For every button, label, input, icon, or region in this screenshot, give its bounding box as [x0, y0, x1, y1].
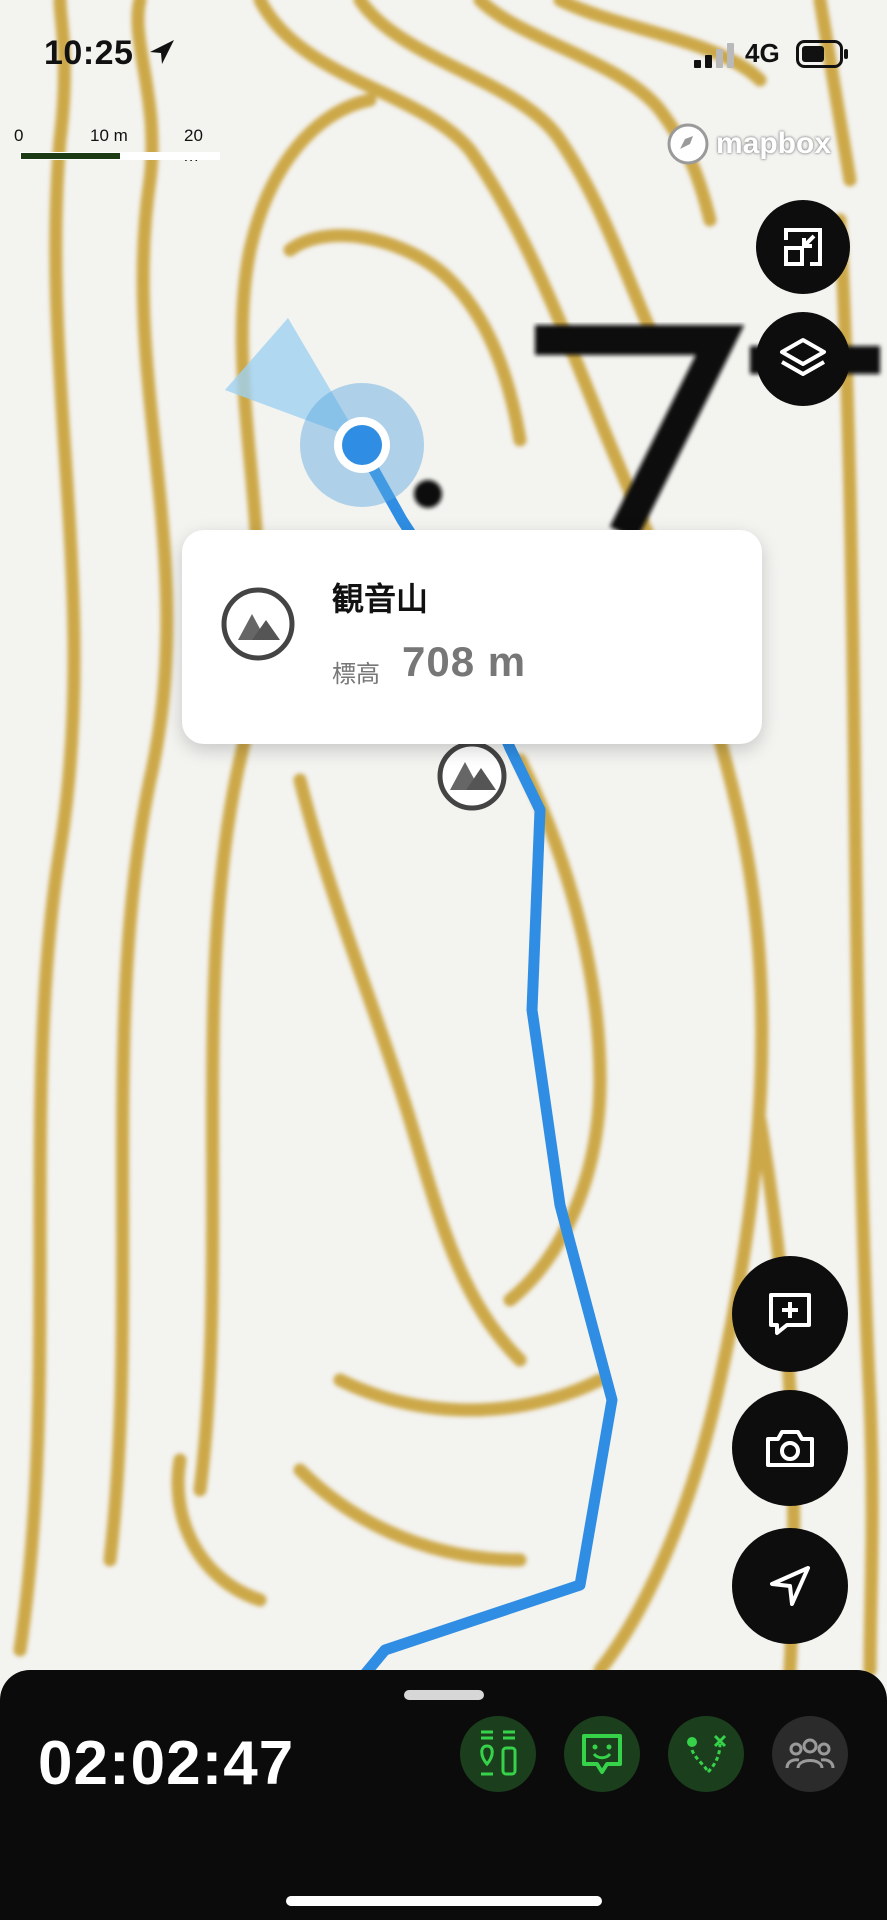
activity-panel[interactable]: 02:02:47: [0, 1670, 887, 1920]
scale-bar: [20, 152, 220, 160]
route-icon: [687, 1734, 727, 1774]
camera-button[interactable]: [732, 1390, 848, 1506]
chat-face-icon: [582, 1734, 622, 1774]
scale-label-10: 10 m: [90, 126, 128, 145]
expand-map-button[interactable]: [756, 200, 850, 294]
poi-popup[interactable]: 観音山 標高 708 m: [182, 530, 762, 744]
elapsed-time: 02:02:47: [38, 1729, 295, 1798]
network-type: 4G: [745, 38, 780, 68]
scale-label-0: 0: [14, 126, 24, 145]
layers-icon: [780, 338, 826, 376]
status-time: 10:25: [44, 34, 134, 72]
layers-button[interactable]: [756, 312, 850, 406]
scale-label-20: 20 m: [184, 126, 203, 165]
poi-marker[interactable]: [437, 741, 507, 811]
signal-strength-icon: [694, 43, 734, 68]
waypoints-icon: [480, 1730, 517, 1776]
battery-icon: [796, 40, 848, 68]
elevation-label: 標高: [332, 661, 380, 688]
home-indicator: [286, 1896, 602, 1906]
status-bar: 10:25 4G: [0, 0, 887, 110]
map-scale: 0 10 m 20 m: [14, 126, 220, 166]
elevation-value: 708 m: [402, 638, 527, 685]
camera-icon: [766, 1430, 814, 1467]
chat-button[interactable]: [564, 1716, 640, 1792]
mapbox-logo-icon: [667, 123, 709, 165]
group-icon: [785, 1738, 835, 1769]
location-arrow-icon: [150, 40, 174, 64]
locate-button[interactable]: [732, 1528, 848, 1644]
group-button[interactable]: [772, 1716, 848, 1792]
route-button[interactable]: [668, 1716, 744, 1792]
add-note-icon: [769, 1293, 811, 1335]
expand-square-icon: [784, 228, 822, 266]
poi-name: 観音山: [332, 581, 429, 617]
navigation-arrow-icon: [770, 1566, 810, 1606]
mapbox-wordmark: mapbox: [716, 127, 832, 160]
mountain-icon: [221, 587, 295, 661]
waypoints-button[interactable]: [460, 1716, 536, 1792]
panel-grabber[interactable]: [404, 1690, 484, 1700]
mapbox-attribution[interactable]: mapbox: [666, 122, 831, 166]
add-note-button[interactable]: [732, 1256, 848, 1372]
